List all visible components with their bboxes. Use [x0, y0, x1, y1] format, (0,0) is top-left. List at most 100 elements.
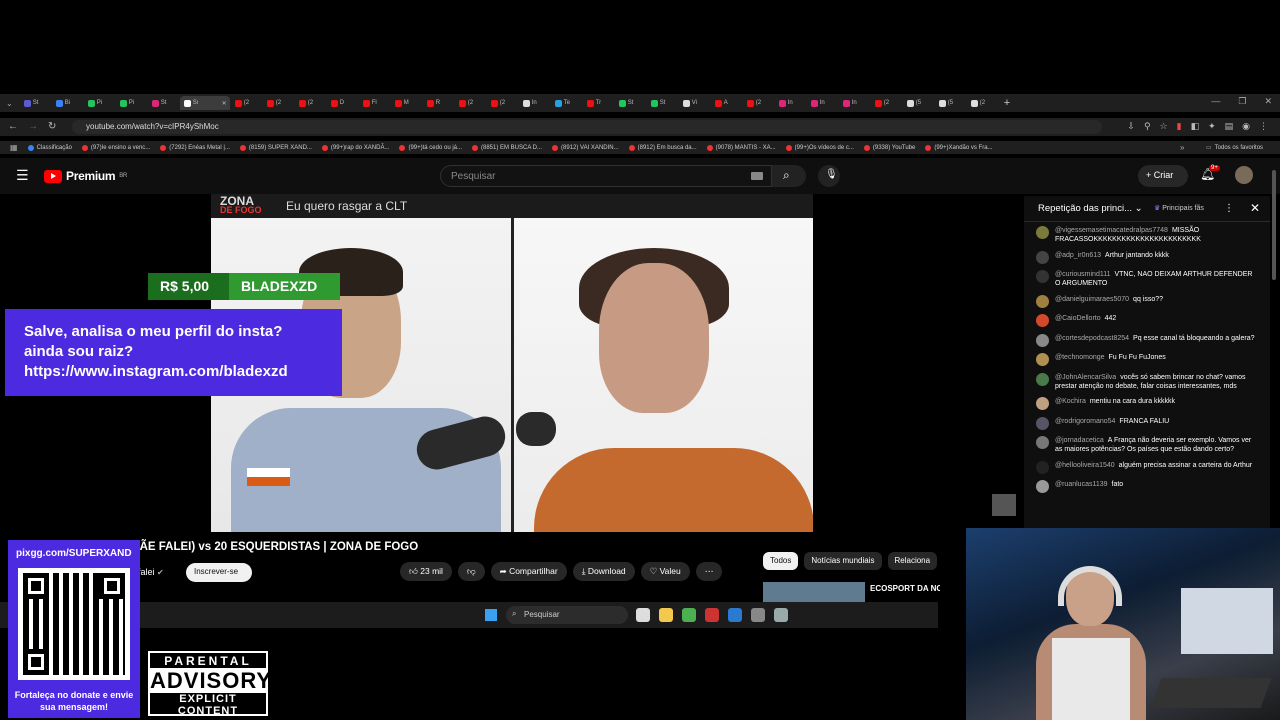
- download-button[interactable]: ⤓ Download: [572, 562, 635, 581]
- browser-tab[interactable]: (2: [743, 96, 774, 110]
- url-field[interactable]: youtube.com/watch?v=cIPR4yShMoc: [72, 120, 1102, 134]
- share-button[interactable]: ➦ Compartilhar: [490, 562, 567, 581]
- browser-tab[interactable]: St: [148, 96, 179, 110]
- apps-icon[interactable]: ▦: [10, 143, 18, 152]
- browser-tab[interactable]: In: [839, 96, 870, 110]
- filter-chip[interactable]: Todos: [763, 552, 799, 570]
- bookmark-item[interactable]: (8912) VAI XANDIN...: [552, 144, 619, 151]
- browser-tab[interactable]: In: [807, 96, 838, 110]
- thanks-button[interactable]: ♡ Valeu: [640, 562, 690, 581]
- more-actions-button[interactable]: ⋯: [695, 562, 723, 581]
- browser-tab[interactable]: Fl: [359, 96, 390, 110]
- bookmark-item[interactable]: (9078) MANTIS - XA...: [706, 144, 776, 151]
- chat-avatar[interactable]: [1036, 353, 1049, 366]
- search-input[interactable]: Pesquisar: [440, 165, 772, 187]
- youtube-logo[interactable]: Premium BR: [44, 169, 127, 183]
- chat-avatar[interactable]: [1036, 294, 1049, 308]
- bookmark-item[interactable]: (99+)rap do XANDÃ...: [321, 144, 389, 151]
- obs-icon[interactable]: [751, 608, 765, 622]
- close-chat-icon[interactable]: ✕: [1250, 201, 1260, 215]
- more-bookmarks-icon[interactable]: »: [1180, 143, 1184, 152]
- close-tab-icon[interactable]: ✕: [222, 100, 227, 107]
- browser-tab[interactable]: In: [775, 96, 806, 110]
- chat-avatar[interactable]: [1036, 480, 1049, 493]
- bookmark-item[interactable]: (97)Ie ensino a venc...: [81, 144, 150, 151]
- maximize-icon[interactable]: ❐: [1238, 96, 1246, 107]
- windows-start-icon[interactable]: [485, 609, 497, 621]
- search-button[interactable]: ⌕: [772, 165, 806, 187]
- bookmark-item[interactable]: (99+)tá cedo ou já...: [399, 144, 462, 151]
- chat-avatar[interactable]: [1036, 460, 1049, 474]
- browser-tab[interactable]: A: [711, 96, 742, 110]
- browser-tab[interactable]: (2: [263, 96, 294, 110]
- top-fans-badge[interactable]: ♛ Principais fãs: [1154, 204, 1204, 212]
- bookmark-item[interactable]: (9338) YouTube: [863, 144, 915, 151]
- chat-author[interactable]: @vigessemasetimacatedralpas7748: [1055, 227, 1168, 234]
- recommended-title[interactable]: ECOSPORT DA NO O SUV MAIS BAR: [870, 584, 940, 594]
- chat-author[interactable]: @jornadacetica: [1055, 437, 1104, 444]
- dislike-button[interactable]: 👎︎: [457, 562, 485, 581]
- browser-tab[interactable]: (2: [295, 96, 326, 110]
- chat-avatar[interactable]: [1036, 226, 1049, 239]
- profile-icon[interactable]: ◉: [1242, 121, 1250, 132]
- app-icon[interactable]: [728, 608, 742, 622]
- bookmark-star-icon[interactable]: ☆: [1160, 121, 1168, 132]
- browser-tab[interactable]: Pi: [84, 96, 115, 110]
- chat-author[interactable]: @JohnAlencarSilva: [1055, 374, 1116, 381]
- extensions-puzzle-icon[interactable]: ✦: [1208, 121, 1216, 132]
- browser-tab[interactable]: (2: [455, 96, 486, 110]
- bookmark-item[interactable]: (99+)Xandão vs Fra...: [925, 144, 993, 151]
- forward-icon[interactable]: →: [28, 121, 38, 132]
- browser-tab[interactable]: Bi: [52, 96, 83, 110]
- browser-tab[interactable]: (2: [967, 96, 998, 110]
- channel-name[interactable]: falei ✔: [138, 567, 164, 577]
- browser-tab[interactable]: (2: [231, 96, 262, 110]
- bookmark-item[interactable]: (8912) Em busca da...: [628, 144, 697, 151]
- browser-tab[interactable]: St: [615, 96, 646, 110]
- browser-tab[interactable]: Sı ✕: [179, 96, 230, 110]
- browser-tab[interactable]: M: [391, 96, 422, 110]
- close-window-icon[interactable]: ✕: [1264, 96, 1272, 107]
- chat-menu-icon[interactable]: ⋮: [1224, 203, 1234, 214]
- keyboard-icon[interactable]: [751, 172, 763, 180]
- chat-author[interactable]: @rodrigoromano54: [1055, 418, 1115, 425]
- chat-mode-dropdown[interactable]: Repetição das princi...: [1038, 203, 1132, 214]
- chat-avatar[interactable]: [1036, 314, 1049, 327]
- install-icon[interactable]: ⇩: [1127, 121, 1135, 132]
- file-explorer-icon[interactable]: [659, 608, 673, 622]
- bookmark-item[interactable]: (8851) EM BUSCA D...: [472, 144, 542, 151]
- bookmark-item[interactable]: Classificação: [27, 144, 72, 151]
- sidepanel-icon[interactable]: ▤: [1225, 121, 1234, 132]
- chat-avatar[interactable]: [1036, 333, 1049, 347]
- chat-avatar[interactable]: [1036, 436, 1049, 449]
- browser-tab[interactable]: (2: [487, 96, 518, 110]
- browser-tab[interactable]: St: [647, 96, 678, 110]
- browser-tab[interactable]: D: [327, 96, 358, 110]
- chat-avatar[interactable]: [1036, 397, 1049, 410]
- chat-author[interactable]: @CaioDellorto: [1055, 315, 1101, 322]
- bookmark-item[interactable]: (99+)Os vídeos de c...: [785, 144, 854, 151]
- chevron-down-icon[interactable]: ⌄: [1135, 203, 1143, 214]
- task-view-icon[interactable]: [636, 608, 650, 622]
- tab-search-icon[interactable]: ⌄: [6, 99, 13, 108]
- chat-author[interactable]: @hellooliveira1540: [1055, 462, 1115, 469]
- extension-red-icon[interactable]: ▮: [1177, 121, 1182, 132]
- zoom-icon[interactable]: ⚲: [1144, 121, 1151, 132]
- chat-author[interactable]: @danielguimaraes5070: [1055, 296, 1129, 303]
- chat-author[interactable]: @adp_ir0n613: [1055, 252, 1101, 259]
- filter-chip[interactable]: Notícias mundiais: [804, 552, 882, 570]
- chat-avatar[interactable]: [1036, 250, 1049, 264]
- browser-tab[interactable]: St: [20, 96, 51, 110]
- chrome-icon[interactable]: [682, 608, 696, 622]
- reload-icon[interactable]: ↻: [48, 121, 56, 132]
- chat-author[interactable]: @Kochira: [1055, 398, 1086, 405]
- chat-avatar[interactable]: [1036, 416, 1049, 430]
- chat-avatar[interactable]: [1036, 372, 1049, 386]
- menu-icon[interactable]: ⋮: [1259, 121, 1268, 132]
- chat-author[interactable]: @technomonge: [1055, 354, 1105, 361]
- browser-tab[interactable]: R: [423, 96, 454, 110]
- new-tab-button[interactable]: +: [1004, 97, 1010, 109]
- chat-avatar[interactable]: [1036, 270, 1049, 283]
- browser-tab[interactable]: (5: [935, 96, 966, 110]
- browser-tab[interactable]: In: [519, 96, 550, 110]
